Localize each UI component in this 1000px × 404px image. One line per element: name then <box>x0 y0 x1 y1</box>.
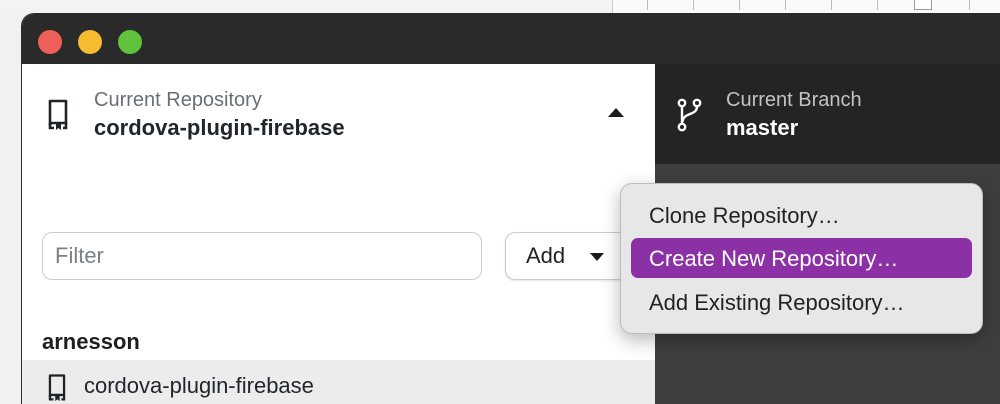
caret-down-icon <box>590 253 604 261</box>
menu-item-label: Create New Repository… <box>649 246 899 271</box>
background-ruler <box>612 0 1000 14</box>
menu-item-clone-repository[interactable]: Clone Repository… <box>631 195 972 235</box>
current-branch-name: master <box>726 115 799 140</box>
current-branch-toggle[interactable]: Current Branch master <box>655 64 1000 164</box>
current-repository-name: cordova-plugin-firebase <box>94 115 345 140</box>
add-dropdown-menu: Clone Repository… Create New Repository…… <box>620 183 983 334</box>
menu-item-label: Add Existing Repository… <box>649 290 905 315</box>
menu-item-add-existing-repository[interactable]: Add Existing Repository… <box>631 282 972 322</box>
title-bar <box>22 14 1000 64</box>
add-button-label: Add <box>526 243 566 268</box>
repository-list-item[interactable]: cordova-plugin-firebase <box>22 360 655 404</box>
menu-item-label: Clone Repository… <box>649 203 840 228</box>
zoom-window-button[interactable] <box>118 30 142 54</box>
close-window-button[interactable] <box>38 30 62 54</box>
repository-list-item-label: cordova-plugin-firebase <box>84 373 314 398</box>
background-marker-icon <box>914 0 932 10</box>
repo-icon <box>48 374 66 402</box>
git-branch-icon <box>677 98 702 132</box>
repository-panel: Current Repository cordova-plugin-fireba… <box>22 64 655 404</box>
repository-group-label: arnesson <box>42 329 140 354</box>
current-repository-toggle[interactable]: Current Repository cordova-plugin-fireba… <box>22 64 655 164</box>
minimize-window-button[interactable] <box>78 30 102 54</box>
caret-up-icon <box>608 108 624 117</box>
menu-item-create-new-repository[interactable]: Create New Repository… <box>631 238 972 278</box>
filter-input[interactable] <box>42 232 482 280</box>
current-repository-caption: Current Repository <box>94 89 262 111</box>
current-branch-caption: Current Branch <box>726 89 862 111</box>
repo-icon <box>48 99 68 130</box>
